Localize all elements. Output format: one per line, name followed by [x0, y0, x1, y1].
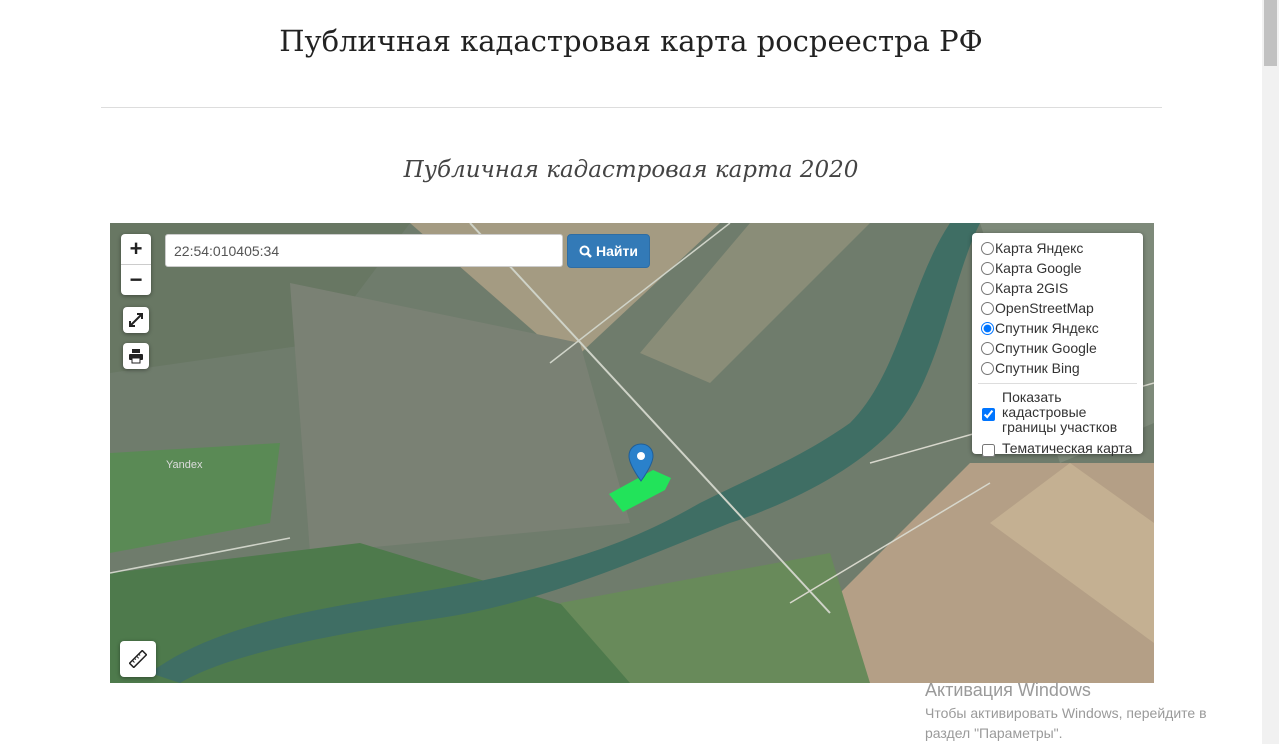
- layer-bing-satellite[interactable]: Спутник Bing: [978, 358, 1137, 378]
- layer-yandex-satellite[interactable]: Спутник Яндекс: [978, 318, 1137, 338]
- map[interactable]: Yandex + − Найти Карта Яндекс Карта Goog…: [110, 223, 1154, 683]
- layer-radio[interactable]: [981, 281, 994, 295]
- page-title: Публичная кадастровая карта росреестра Р…: [279, 24, 983, 58]
- thematic-map-option[interactable]: Тематическая карта: [978, 440, 1137, 457]
- zoom-in-button[interactable]: +: [121, 234, 151, 264]
- layer-google-satellite[interactable]: Спутник Google: [978, 338, 1137, 358]
- thematic-map-checkbox[interactable]: [982, 444, 995, 457]
- cadastral-search-input[interactable]: [165, 234, 563, 267]
- show-cadastral-borders-checkbox[interactable]: [982, 408, 995, 421]
- option-label: Показать кадастровые границы участков: [1002, 389, 1118, 435]
- zoom-control: + −: [121, 234, 151, 295]
- search-icon: [579, 245, 592, 258]
- windows-activation-title: Активация Windows: [925, 680, 1091, 700]
- fullscreen-button[interactable]: [123, 307, 149, 333]
- show-cadastral-borders-option[interactable]: Показать кадастровые границы участков: [978, 390, 1137, 435]
- yandex-watermark: Yandex: [166, 459, 203, 471]
- layer-label: Спутник Bing: [995, 360, 1080, 376]
- windows-activation-line2: раздел "Параметры".: [925, 725, 1063, 741]
- layer-openstreetmap[interactable]: OpenStreetMap: [978, 298, 1137, 318]
- layer-yandex-map[interactable]: Карта Яндекс: [978, 238, 1137, 258]
- layer-radio[interactable]: [981, 321, 994, 335]
- layer-radio[interactable]: [981, 301, 994, 315]
- layer-radio[interactable]: [981, 341, 994, 355]
- option-label: Тематическая карта: [1002, 440, 1133, 456]
- expand-icon: [129, 313, 143, 327]
- zoom-out-button[interactable]: −: [121, 264, 151, 295]
- print-button[interactable]: [123, 343, 149, 369]
- layer-radio[interactable]: [981, 261, 994, 275]
- windows-activation-line1: Чтобы активировать Windows, перейдите в: [925, 705, 1207, 721]
- layer-switcher: Карта Яндекс Карта Google Карта 2GIS Ope…: [972, 233, 1143, 457]
- print-icon: [129, 349, 143, 364]
- map-marker-icon[interactable]: [628, 443, 654, 483]
- measure-button[interactable]: [120, 641, 156, 677]
- divider: [978, 383, 1137, 384]
- divider: [101, 107, 1162, 108]
- layer-2gis-map[interactable]: Карта 2GIS: [978, 278, 1137, 298]
- layer-label: Спутник Яндекс: [995, 320, 1099, 336]
- search-button-label: Найти: [596, 243, 638, 259]
- page-scrollbar[interactable]: [1262, 0, 1279, 744]
- page-subtitle: Публичная кадастровая карта 2020: [403, 157, 859, 183]
- layer-label: Карта 2GIS: [995, 280, 1069, 296]
- search-button[interactable]: Найти: [567, 234, 650, 268]
- layer-google-map[interactable]: Карта Google: [978, 258, 1137, 278]
- layer-label: Спутник Google: [995, 340, 1097, 356]
- layer-label: Карта Яндекс: [995, 240, 1084, 256]
- layer-radio[interactable]: [981, 361, 994, 375]
- layer-label: OpenStreetMap: [995, 300, 1094, 316]
- layer-radio[interactable]: [981, 241, 994, 255]
- layer-label: Карта Google: [995, 260, 1082, 276]
- scrollbar-thumb[interactable]: [1264, 0, 1277, 66]
- ruler-icon: [129, 650, 147, 668]
